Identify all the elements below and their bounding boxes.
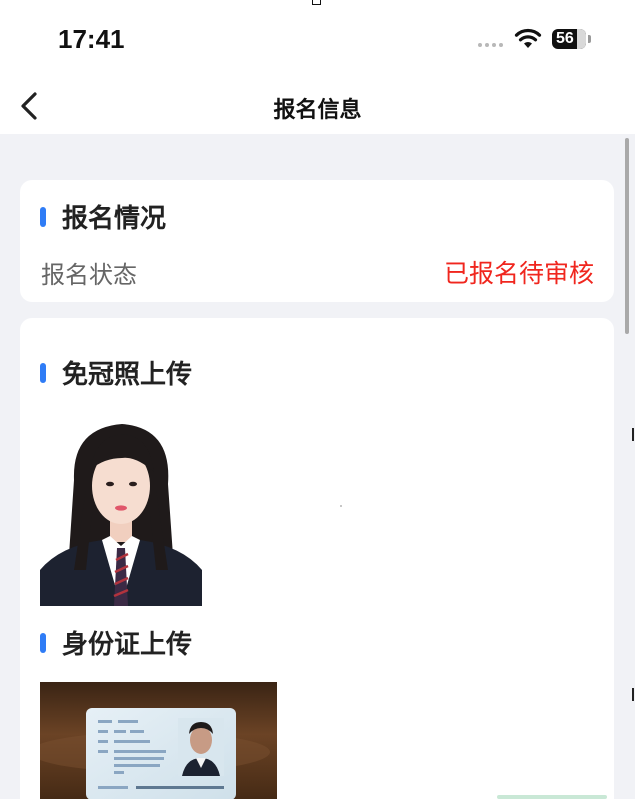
photo-upload-title: 免冠照上传 xyxy=(62,360,193,390)
id-card-image xyxy=(40,708,270,799)
section-accent-bar xyxy=(40,362,46,383)
photo-upload-header: 免冠照上传 xyxy=(40,354,192,391)
status-time: 17:41 xyxy=(58,24,125,54)
nav-bar: 报名信息 xyxy=(0,78,635,134)
registration-status-row: 报名状态 已报名待审核 xyxy=(41,254,594,290)
status-label: 报名状态 xyxy=(41,260,137,289)
id-upload-header: 身份证上传 xyxy=(40,624,192,661)
id-upload-title: 身份证上传 xyxy=(62,630,193,660)
registration-header: 报名情况 xyxy=(40,198,166,235)
status-value: 已报名待审核 xyxy=(443,259,594,288)
portrait-image xyxy=(40,420,202,606)
id-card-photo[interactable] xyxy=(40,682,277,799)
top-edge-mark xyxy=(312,0,321,5)
app-screen: 17:41 56 报名信息 报名情况 报名状态 已报名待审核 免冠照上传 身份证… xyxy=(0,0,635,799)
edge-mark xyxy=(632,428,634,441)
wifi-icon xyxy=(514,28,542,48)
registration-card: 报名情况 报名状态 已报名待审核 xyxy=(20,180,614,302)
uploads-card: 免冠照上传 身份证上传 xyxy=(20,318,614,799)
registration-title: 报名情况 xyxy=(62,204,167,234)
battery-icon: 56 xyxy=(552,29,586,49)
page-title: 报名信息 xyxy=(273,98,362,123)
scrollbar[interactable] xyxy=(625,138,629,334)
battery-level: 56 xyxy=(556,30,574,47)
edge-mark xyxy=(632,688,634,701)
portrait-photo[interactable] xyxy=(40,420,202,606)
section-accent-bar xyxy=(40,632,46,653)
section-accent-bar xyxy=(40,206,46,227)
battery-nub xyxy=(588,35,591,43)
status-bar: 17:41 56 xyxy=(0,0,635,78)
image-speck xyxy=(340,505,342,507)
cellular-signal-icon xyxy=(478,43,503,47)
bottom-indicator xyxy=(497,795,607,799)
